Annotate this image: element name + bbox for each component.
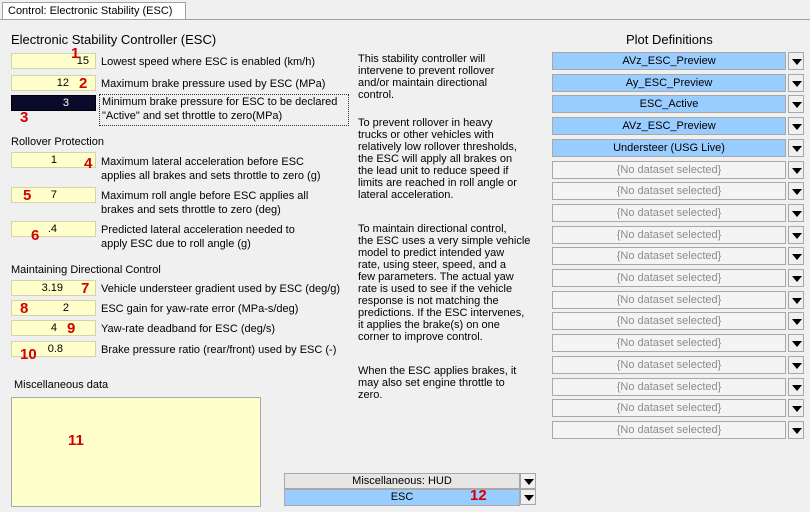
max-brake-pressure-label: Maximum brake pressure used by ESC (MPa) <box>101 78 326 90</box>
plot-dataset-select[interactable]: {No dataset selected} <box>552 399 786 418</box>
brake-ratio-label: Brake pressure ratio (rear/front) used b… <box>101 344 337 356</box>
marker-10: 10 <box>20 346 37 363</box>
tab-divider <box>0 19 810 20</box>
marker-12: 12 <box>470 487 487 504</box>
plot-dataset-select[interactable]: {No dataset selected} <box>552 355 786 374</box>
hud-category-dropdown-arrow[interactable] <box>520 473 536 489</box>
marker-6: 6 <box>31 227 40 244</box>
plot-dataset-select[interactable]: {No dataset selected} <box>552 377 786 396</box>
max-roll-angle-label: Maximum roll angle before ESC applies al… <box>101 190 309 216</box>
plot-dataset-select[interactable]: AVz_ESC_Preview <box>552 52 786 70</box>
plot-dataset-select[interactable]: AVz_ESC_Preview <box>552 117 786 136</box>
understeer-gradient-label: Vehicle understeer gradient used by ESC … <box>101 283 341 295</box>
hud-dataset-dropdown-arrow[interactable] <box>520 489 536 505</box>
plot-dataset-select[interactable]: {No dataset selected} <box>552 420 786 439</box>
chevron-down-icon[interactable] <box>788 290 804 309</box>
chevron-down-icon[interactable] <box>788 73 804 92</box>
tab-esc[interactable]: Control: Electronic Stability (ESC) <box>2 2 186 20</box>
predicted-lat-accel-field[interactable]: .4 <box>11 221 96 237</box>
description-paragraph-3: To maintain directional control, the ESC … <box>358 223 531 343</box>
plot-dataset-select[interactable]: {No dataset selected} <box>552 182 786 201</box>
misc-data-textarea[interactable] <box>11 397 261 507</box>
marker-4: 4 <box>84 155 93 172</box>
directional-heading: Maintaining Directional Control <box>11 264 161 276</box>
chevron-down-icon[interactable] <box>788 182 804 201</box>
max-lat-accel-label: Maximum lateral acceleration before ESC … <box>101 156 321 182</box>
min-active-brake-label: Minimum brake pressure for ESC to be dec… <box>99 94 349 126</box>
chevron-down-icon[interactable] <box>788 420 804 439</box>
chevron-down-icon[interactable] <box>788 138 804 157</box>
chevron-down-icon[interactable] <box>788 225 804 244</box>
marker-11: 11 <box>68 432 84 449</box>
plot-dataset-select[interactable]: {No dataset selected} <box>552 269 786 287</box>
chevron-down-icon[interactable] <box>788 117 804 136</box>
plot-dataset-select[interactable]: {No dataset selected} <box>552 247 786 266</box>
plot-dataset-select[interactable]: Ay_ESC_Preview <box>552 73 786 92</box>
marker-5: 5 <box>23 187 32 204</box>
plot-dataset-select[interactable]: ESC_Active <box>552 95 786 114</box>
chevron-down-icon[interactable] <box>788 95 804 114</box>
chevron-down-icon[interactable] <box>788 312 804 331</box>
chevron-down-icon[interactable] <box>788 52 804 70</box>
chevron-down-icon[interactable] <box>788 247 804 266</box>
rollover-heading: Rollover Protection <box>11 136 104 148</box>
plot-dataset-select[interactable]: Understeer (USG Live) <box>552 138 786 157</box>
marker-7: 7 <box>81 280 90 297</box>
chevron-down-icon[interactable] <box>788 334 804 353</box>
min-speed-field[interactable]: 15 <box>11 53 96 69</box>
plot-definitions-heading: Plot Definitions <box>626 32 713 47</box>
marker-8: 8 <box>20 300 29 317</box>
description-paragraph-1: This stability controller will intervene … <box>358 53 495 101</box>
yaw-deadband-field[interactable]: 4 <box>11 320 96 336</box>
plot-dataset-select[interactable]: {No dataset selected} <box>552 312 786 331</box>
plot-dataset-select[interactable]: {No dataset selected} <box>552 160 786 179</box>
plot-dataset-select[interactable]: {No dataset selected} <box>552 290 786 309</box>
yaw-gain-label: ESC gain for yaw-rate error (MPa-s/deg) <box>101 303 299 315</box>
page-title: Electronic Stability Controller (ESC) <box>11 32 217 47</box>
plot-dataset-select[interactable]: {No dataset selected} <box>552 225 786 244</box>
plot-dataset-select[interactable]: {No dataset selected} <box>552 203 786 222</box>
marker-2: 2 <box>79 75 88 92</box>
chevron-down-icon[interactable] <box>788 377 804 396</box>
chevron-down-icon[interactable] <box>788 160 804 179</box>
description-paragraph-4: When the ESC applies brakes, it may also … <box>358 365 517 401</box>
marker-1: 1 <box>71 45 80 62</box>
plot-dataset-select[interactable]: {No dataset selected} <box>552 334 786 353</box>
chevron-down-icon[interactable] <box>788 203 804 222</box>
min-speed-label: Lowest speed where ESC is enabled (km/h) <box>101 56 315 68</box>
yaw-deadband-label: Yaw-rate deadband for ESC (deg/s) <box>101 323 276 335</box>
chevron-down-icon[interactable] <box>788 399 804 418</box>
description-paragraph-2: To prevent rollover in heavy trucks or ot… <box>358 117 517 201</box>
chevron-down-icon[interactable] <box>788 355 804 374</box>
chevron-down-icon[interactable] <box>788 269 804 287</box>
predicted-lat-accel-label: Predicted lateral acceleration needed to… <box>101 224 295 250</box>
marker-3: 3 <box>20 109 29 126</box>
misc-data-heading: Miscellaneous data <box>14 379 109 391</box>
marker-9: 9 <box>67 320 76 337</box>
